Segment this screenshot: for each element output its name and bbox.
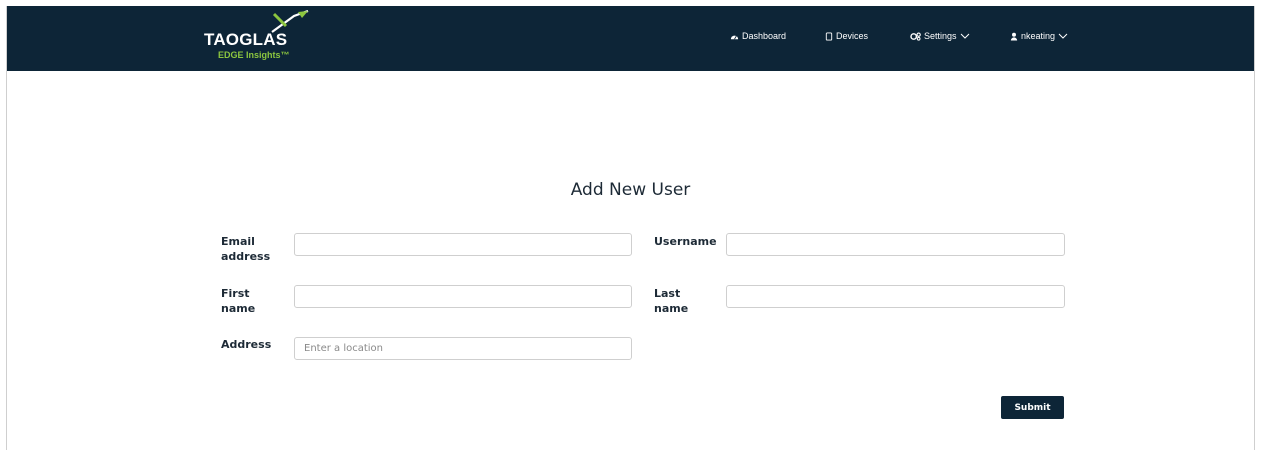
nav-devices[interactable]: Devices (825, 31, 868, 41)
email-label-line-2: address (221, 250, 271, 263)
address-label: Address (221, 338, 272, 351)
chevron-down-icon (1058, 33, 1068, 39)
taoglas-logo[interactable]: TAOGLAS EDGE Insights™ (204, 10, 314, 66)
chevron-down-icon (960, 33, 969, 39)
email-label: Email address (221, 234, 270, 264)
dashboard-icon (730, 35, 739, 39)
email-field[interactable] (294, 233, 632, 256)
nav-devices-label: Devices (836, 31, 869, 41)
first-name-label: First name (221, 286, 255, 316)
app-frame: TAOGLAS EDGE Insights™ Dashboard Devices… (6, 6, 1255, 450)
nav-settings[interactable]: Settings (910, 31, 970, 41)
last-name-label-line-1: Last (654, 287, 681, 300)
gears-icon (910, 32, 921, 41)
nav-user-label: nkeating (1021, 31, 1056, 41)
user-icon (1010, 32, 1018, 41)
nav-dashboard-label: Dashboard (742, 31, 787, 41)
last-name-label-line-2: name (654, 302, 689, 315)
email-label-line-1: Email (221, 235, 255, 248)
nav-user-menu[interactable]: nkeating (1010, 31, 1068, 41)
last-name-label: Last name (654, 286, 688, 316)
page-title: Add New User (570, 180, 691, 200)
address-field[interactable] (294, 337, 632, 360)
top-navbar: TAOGLAS EDGE Insights™ Dashboard Devices… (7, 6, 1254, 71)
device-icon (825, 31, 833, 41)
first-name-field[interactable] (294, 285, 632, 308)
last-name-field[interactable] (726, 285, 1065, 308)
nav-dashboard[interactable]: Dashboard (730, 31, 786, 41)
first-name-label-line-2: name (221, 302, 256, 315)
nav-settings-label: Settings (924, 31, 957, 41)
logo-tagline: EDGE Insights™ (218, 50, 290, 60)
username-field[interactable] (726, 233, 1065, 256)
submit-button[interactable]: Submit (1001, 396, 1064, 419)
username-label: Username (654, 235, 717, 248)
first-name-label-line-1: First (221, 287, 250, 300)
logo-wordmark: TAOGLAS (204, 30, 288, 49)
